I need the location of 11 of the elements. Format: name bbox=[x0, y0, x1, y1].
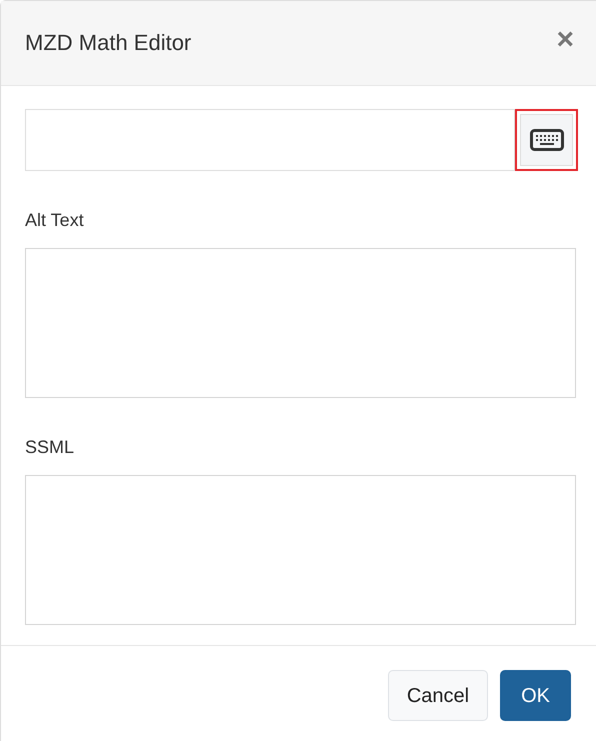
text-area[interactable] bbox=[25, 475, 576, 625]
cancel-button[interactable]: Cancel bbox=[388, 670, 488, 721]
field-label: Alt Text bbox=[25, 209, 85, 232]
dialog-title: MZD Math Editor bbox=[25, 30, 192, 56]
math-input-field[interactable] bbox=[25, 109, 515, 171]
keyboard-button[interactable] bbox=[515, 109, 578, 171]
field-label: SSML bbox=[25, 436, 76, 459]
ok-button[interactable]: OK bbox=[500, 670, 571, 721]
close-button[interactable]: × bbox=[556, 25, 574, 55]
text-area[interactable] bbox=[25, 248, 576, 398]
keyboard-icon bbox=[530, 129, 564, 151]
